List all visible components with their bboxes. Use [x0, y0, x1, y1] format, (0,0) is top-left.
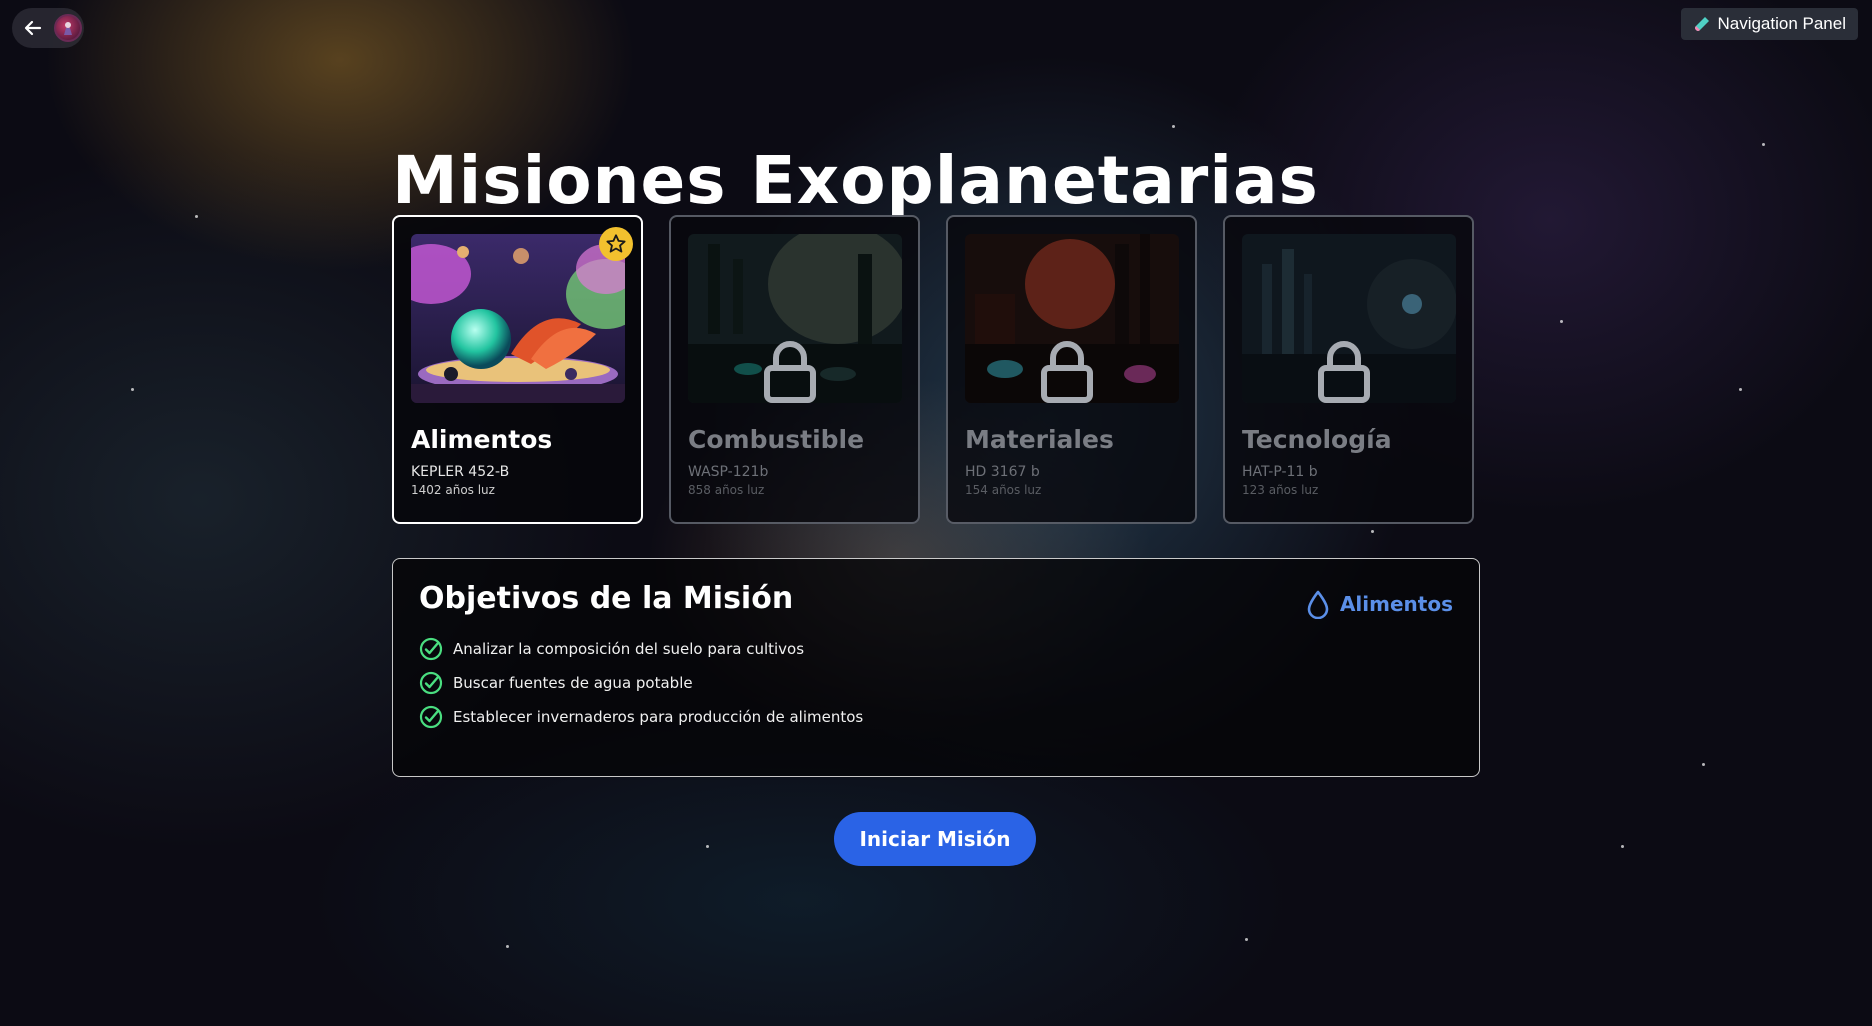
- mission-image-alimentos: [411, 234, 625, 403]
- list-item: Analizar la composición del suelo para c…: [419, 632, 1453, 666]
- objective-text: Establecer invernaderos para producción …: [453, 708, 864, 726]
- mission-name: Combustible: [688, 425, 865, 454]
- water-drop-icon: [1307, 590, 1329, 619]
- navigation-panel-label: Navigation Panel: [1717, 14, 1846, 33]
- mission-card-tecnologia[interactable]: Tecnología HAT-P-11 b 123 años luz: [1223, 215, 1474, 524]
- lock-icon: [1041, 341, 1093, 403]
- list-item: Establecer invernaderos para producción …: [419, 700, 1453, 734]
- objective-text: Analizar la composición del suelo para c…: [453, 640, 805, 658]
- mission-planet: WASP-121b: [688, 464, 769, 480]
- test-tube-icon: [1695, 17, 1710, 31]
- mission-objectives-panel: Objetivos de la Misión Alimentos Analiza…: [392, 558, 1480, 777]
- mission-distance: 858 años luz: [688, 483, 765, 497]
- mission-name: Alimentos: [411, 425, 553, 454]
- navigation-panel-button[interactable]: Navigation Panel: [1681, 8, 1858, 40]
- objectives-category-tag: Alimentos: [1306, 589, 1453, 619]
- back-button[interactable]: [20, 15, 46, 41]
- check-circle-icon: [419, 637, 443, 661]
- mission-card-materiales[interactable]: Materiales HD 3167 b 154 años luz: [946, 215, 1197, 524]
- lock-icon: [1318, 341, 1370, 403]
- mission-cards: Alimentos KEPLER 452-B 1402 años luz Com…: [392, 215, 1474, 524]
- mission-distance: 1402 años luz: [411, 483, 495, 497]
- mission-planet: HD 3167 b: [965, 464, 1040, 480]
- objectives-list: Analizar la composición del suelo para c…: [419, 632, 1453, 734]
- top-left-controls: [12, 8, 84, 48]
- mission-card-combustible[interactable]: Combustible WASP-121b 858 años luz: [669, 215, 920, 524]
- check-circle-icon: [419, 705, 443, 729]
- mission-distance: 123 años luz: [1242, 483, 1319, 497]
- mission-card-alimentos[interactable]: Alimentos KEPLER 452-B 1402 años luz: [392, 215, 643, 524]
- objective-text: Buscar fuentes de agua potable: [453, 674, 693, 692]
- list-item: Buscar fuentes de agua potable: [419, 666, 1453, 700]
- arrow-left-icon: [24, 20, 42, 36]
- mission-name: Materiales: [965, 425, 1114, 454]
- page-title: Misiones Exoplanetarias: [392, 142, 1319, 219]
- lock-icon: [764, 341, 816, 403]
- avatar[interactable]: [54, 14, 82, 42]
- mission-planet: KEPLER 452-B: [411, 464, 510, 480]
- start-mission-button[interactable]: Iniciar Misión: [834, 812, 1036, 866]
- mission-planet: HAT-P-11 b: [1242, 464, 1318, 480]
- objectives-tag-label: Alimentos: [1339, 592, 1453, 616]
- check-circle-icon: [419, 671, 443, 695]
- mission-name: Tecnología: [1242, 425, 1392, 454]
- mission-distance: 154 años luz: [965, 483, 1042, 497]
- astronaut-avatar: [64, 22, 72, 35]
- objectives-title: Objetivos de la Misión: [419, 581, 794, 616]
- featured-star-badge: [599, 227, 633, 261]
- star-icon: [606, 234, 626, 253]
